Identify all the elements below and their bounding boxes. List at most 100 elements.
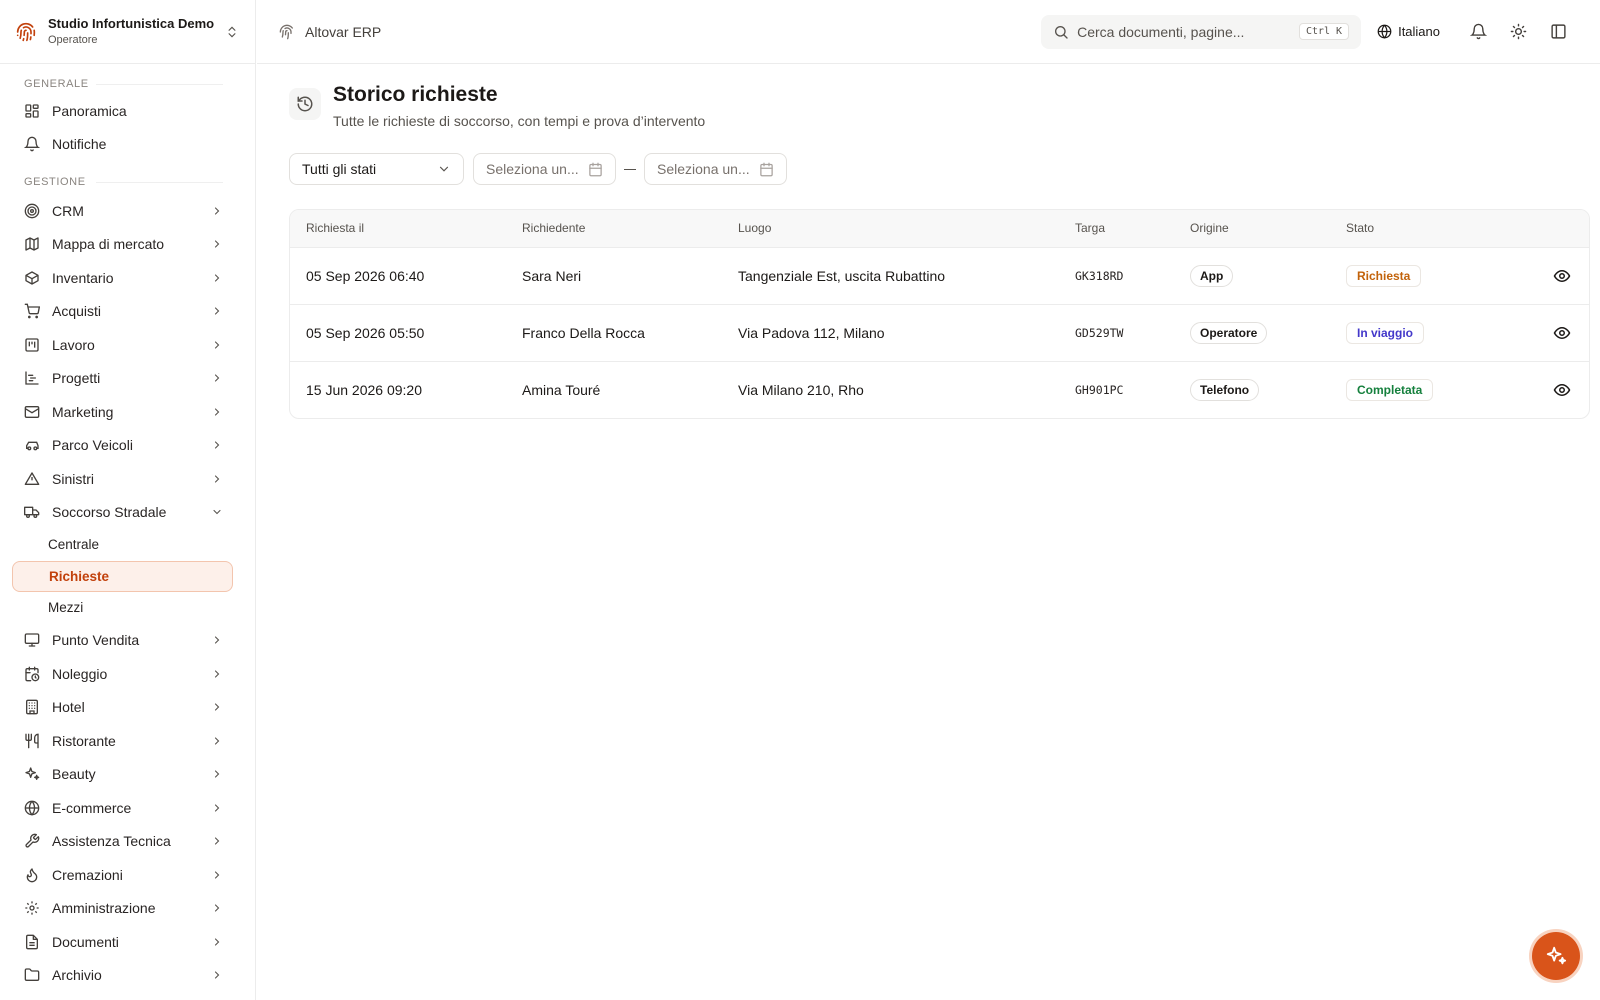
column-header[interactable]: Targa [1059,210,1174,248]
status-filter-select[interactable]: Tutti gli stati [289,153,464,185]
alert-triangle-icon [24,471,40,487]
sidebar-item-soccorso-stradale[interactable]: Soccorso Stradale [0,496,255,530]
sidebar-subitem-mezzi[interactable]: Mezzi [12,592,233,624]
sidebar-item-label: Marketing [52,403,114,420]
sidebar-item-ristorante[interactable]: Ristorante [0,724,255,758]
sidebar-item-label: Beauty [52,766,96,783]
search-box[interactable]: Ctrl K [1041,14,1362,49]
sidebar-item-assistenza[interactable]: Assistenza Tecnica [0,825,255,859]
flame-icon [24,867,40,883]
file-icon [24,934,40,950]
sidebar-item-label: Sinistri [52,470,95,487]
sidebar-item-marketing[interactable]: Marketing [0,395,255,429]
notifications-button[interactable] [1458,15,1498,49]
origin-badge: Operatore [1190,321,1268,344]
ai-assistant-button[interactable] [1532,932,1580,980]
search-shortcut: Ctrl K [1298,23,1350,40]
search-icon [1053,24,1069,40]
sidebar-item-sinistri[interactable]: Sinistri [0,462,255,496]
chevron-right-icon [211,439,223,451]
table-row[interactable]: 05 Sep 2026 06:40 Sara Neri Tangenziale … [290,247,1589,304]
sidebar-toggle-button[interactable] [1538,15,1578,49]
sidebar-item-parco-veicoli[interactable]: Parco Veicoli [0,429,255,463]
section-label-management: GESTIONE [0,172,255,192]
org-name: Studio Infortunistica Demo [48,16,215,31]
date-to-picker[interactable]: Seleziona un... [644,153,787,185]
brand[interactable]: Altovar ERP [279,24,381,40]
panel-left-icon [1550,23,1567,40]
sidebar-item-notifiche[interactable]: Notifiche [0,128,255,162]
sidebar-item-cremazioni[interactable]: Cremazioni [0,858,255,892]
sidebar-subitem-label: Centrale [48,537,100,553]
sidebar-item-inventario[interactable]: Inventario [0,261,255,295]
sidebar-item-documenti[interactable]: Documenti [0,925,255,959]
globe-icon [24,800,40,816]
sidebar-item-amministrazione[interactable]: Amministrazione [0,892,255,926]
chevron-right-icon [211,802,223,814]
sidebar-item-acquisti[interactable]: Acquisti [0,295,255,329]
fingerprint-icon [16,22,36,42]
calendar-clock-icon [24,666,40,682]
chevron-right-icon [211,969,223,981]
chevron-right-icon [211,835,223,847]
cell-plate: GK318RD [1075,268,1124,283]
column-header[interactable]: Luogo [722,210,1059,248]
sidebar-item-label: Hotel [52,699,85,716]
language-switcher[interactable]: Italiano [1377,24,1440,39]
sun-icon [1510,23,1527,40]
building-icon [24,699,40,715]
status-badge: Richiesta [1346,264,1422,287]
sidebar-item-label: Panoramica [52,102,127,119]
column-header-actions [1510,210,1589,248]
chevron-right-icon [211,372,223,384]
topbar: Altovar ERP Ctrl K Italiano [257,0,1600,64]
sidebar-subitem-centrale[interactable]: Centrale [12,529,233,561]
column-header[interactable]: Richiedente [506,210,722,248]
truck-icon [24,504,40,520]
sidebar-item-mappa[interactable]: Mappa di mercato [0,228,255,262]
sidebar-item-crm[interactable]: CRM [0,194,255,228]
date-from-picker[interactable]: Seleziona un... [473,153,616,185]
sidebar-subitem-richieste[interactable]: Richieste [12,560,233,592]
monitor-icon [24,632,40,648]
sidebar-item-label: Mappa di mercato [52,236,165,253]
sidebar: Studio Infortunistica Demo Operatore GEN… [0,0,256,1000]
sidebar-item-lavoro[interactable]: Lavoro [0,328,255,362]
sidebar-item-punto-vendita[interactable]: Punto Vendita [0,624,255,658]
eye-icon[interactable] [1553,267,1571,285]
calendar-icon [588,162,603,177]
org-switcher[interactable]: Studio Infortunistica Demo Operatore [0,0,255,64]
sidebar-item-beauty[interactable]: Beauty [0,758,255,792]
chevron-right-icon [211,936,223,948]
table-row[interactable]: 05 Sep 2026 05:50 Franco Della Rocca Via… [290,304,1589,361]
sidebar-subitem-label: Richieste [49,568,110,584]
chevron-right-icon [211,205,223,217]
table-row[interactable]: 15 Jun 2026 09:20 Amina Touré Via Milano… [290,361,1589,418]
theme-toggle-button[interactable] [1498,15,1538,49]
sidebar-item-progetti[interactable]: Progetti [0,362,255,396]
search-input[interactable] [1077,23,1299,40]
sidebar-item-hotel[interactable]: Hotel [0,691,255,725]
sidebar-item-label: Acquisti [52,303,102,320]
sidebar-item-noleggio[interactable]: Noleggio [0,657,255,691]
sparkles-icon [1545,945,1567,967]
sidebar-item-label: Notifiche [52,136,107,153]
column-header[interactable]: Richiesta il [290,210,506,248]
target-icon [24,203,40,219]
sidebar-item-archivio[interactable]: Archivio [0,959,255,993]
gear-icon [24,900,40,916]
column-header[interactable]: Origine [1174,210,1330,248]
sidebar-item-label: Assistenza Tecnica [52,833,171,850]
sparkles-icon [24,766,40,782]
eye-icon[interactable] [1553,381,1571,399]
wrench-icon [24,833,40,849]
column-header[interactable]: Stato [1330,210,1510,248]
origin-badge: Telefono [1190,378,1260,401]
status-filter-value: Tutti gli stati [302,161,377,177]
sidebar-item-panoramica[interactable]: Panoramica [0,94,255,128]
eye-icon[interactable] [1553,324,1571,342]
sidebar-item-ecommerce[interactable]: E-commerce [0,791,255,825]
sidebar-item-label: Lavoro [52,336,95,353]
chevrons-up-down-icon [225,25,239,39]
chevron-right-icon [211,735,223,747]
